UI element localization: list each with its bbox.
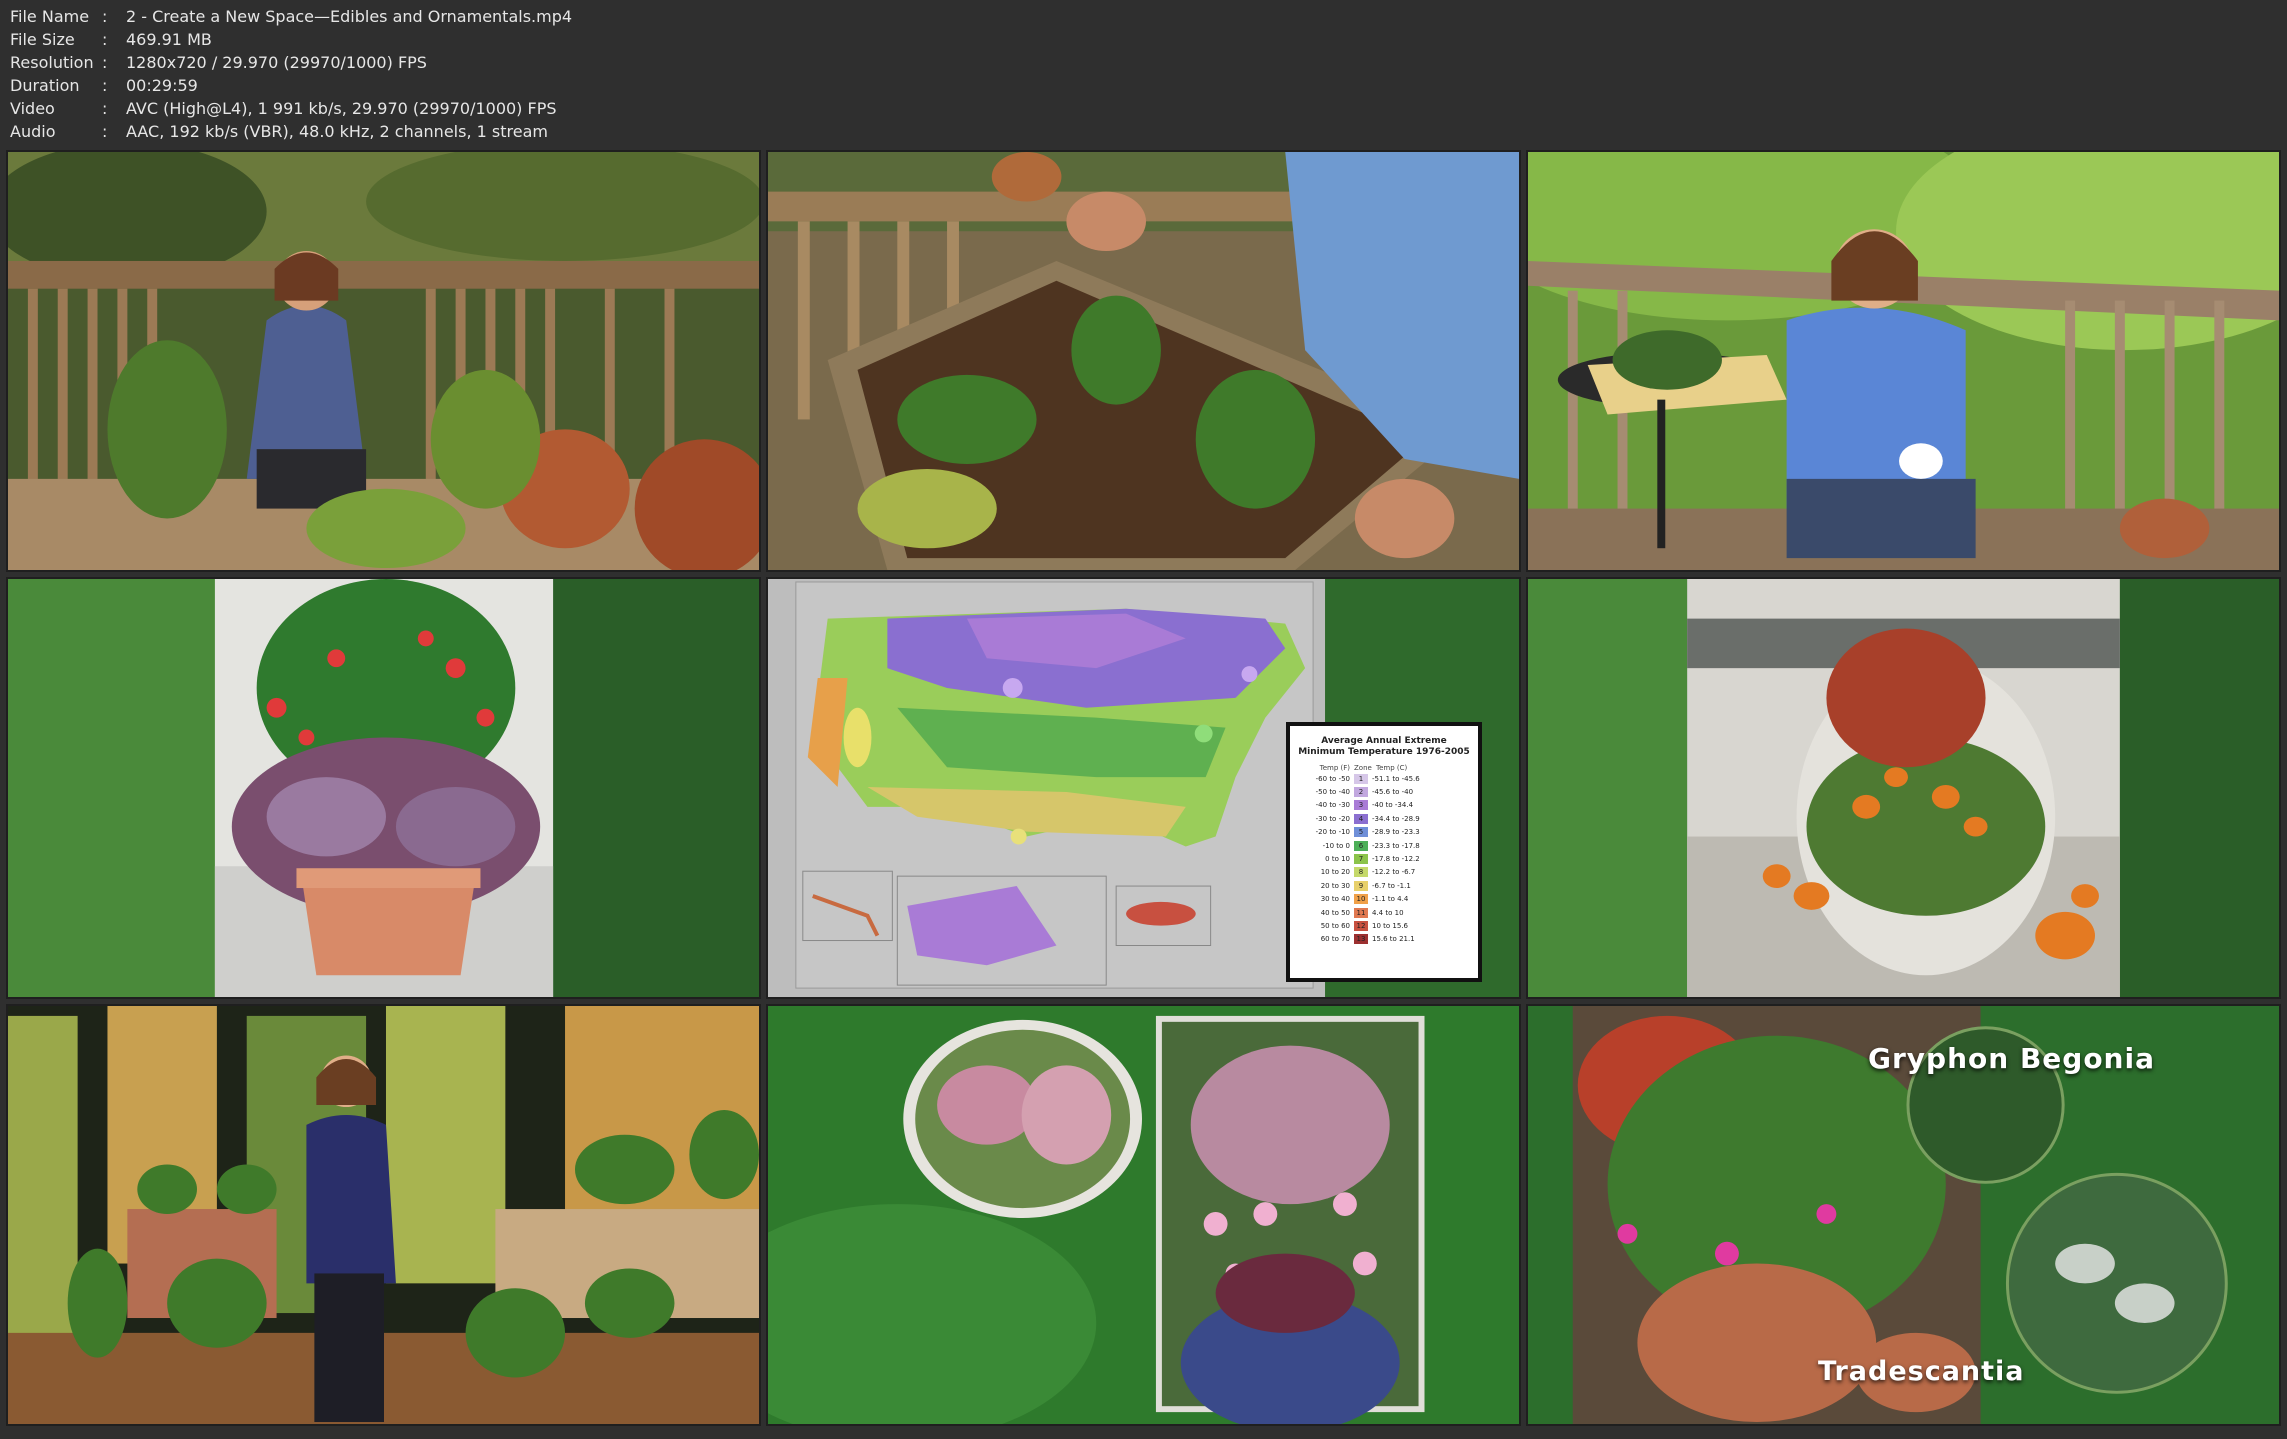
scene-coleus-pots	[768, 1006, 1519, 1424]
info-row-file-name: File Name:2 - Create a New Space—Edibles…	[10, 7, 573, 26]
legend-zone-swatch: 6	[1354, 840, 1368, 851]
legend-zone-swatch: 2	[1354, 787, 1368, 798]
legend-temp-c: -40 to -34.4	[1372, 801, 1414, 810]
legend-row: 60 to 70 13 15.6 to 21.1	[1298, 933, 1470, 946]
legend-zone-swatch: 9	[1354, 880, 1368, 891]
legend-zone-swatch: 7	[1354, 854, 1368, 865]
begonia-caption: Gryphon Begonia	[1868, 1042, 2155, 1075]
legend-temp-c: -28.9 to -23.3	[1372, 828, 1420, 837]
info-row-video: Video: AVC (High@L4), 1 991 kb/s, 29.970 …	[10, 99, 557, 118]
legend-row: 0 to 10 7 -17.8 to -12.2	[1298, 852, 1470, 865]
legend-temp-f: -20 to -10	[1315, 828, 1350, 837]
legend-row: -10 to 0 6 -23.3 to -17.8	[1298, 839, 1470, 852]
info-row-duration: Duration:00:29:59	[10, 76, 198, 95]
legend-temp-f: -10 to 0	[1322, 841, 1350, 850]
hardiness-legend: Average Annual Extreme Minimum Temperatu…	[1286, 722, 1482, 982]
scene-begonia-pot	[8, 579, 759, 997]
legend-zone-swatch: 5	[1354, 827, 1368, 838]
legend-zone-swatch: 13	[1354, 934, 1368, 945]
legend-row: 10 to 20 8 -12.2 to -6.7	[1298, 866, 1470, 879]
scene-studio-presenter	[8, 1006, 759, 1424]
legend-temp-f: 40 to 50	[1320, 908, 1350, 917]
tradescantia-caption: Tradescantia	[1818, 1356, 2025, 1387]
info-row-resolution: Resolution:1280x720 / 29.970 (29970/1000…	[10, 53, 427, 72]
legend-rows: -60 to -50 1 -51.1 to -45.6 -50 to -40 2 -45.…	[1298, 772, 1470, 946]
legend-temp-f: -50 to -40	[1315, 788, 1350, 797]
legend-temp-f: 20 to 30	[1320, 881, 1350, 890]
legend-zone-swatch: 8	[1354, 867, 1368, 878]
thumbnail-deck-woman-kneeling[interactable]	[6, 150, 761, 572]
legend-row: -50 to -40 2 -45.6 to -40	[1298, 785, 1470, 798]
legend-temp-c: 4.4 to 10	[1372, 908, 1404, 917]
legend-row: -40 to -30 3 -40 to -34.4	[1298, 799, 1470, 812]
legend-zone-swatch: 3	[1354, 800, 1368, 811]
scene-deck-kneeling	[8, 152, 759, 570]
legend-row: -30 to -20 4 -34.4 to -28.9	[1298, 812, 1470, 825]
legend-header: Temp (F) Zone Temp (C)	[1319, 764, 1408, 772]
legend-temp-f: -60 to -50	[1315, 774, 1350, 783]
thumbnail-seated-woman-coffee[interactable]	[1526, 150, 2281, 572]
legend-temp-c: 10 to 15.6	[1372, 921, 1408, 930]
legend-temp-f: 0 to 10	[1325, 855, 1350, 864]
legend-zone-swatch: 10	[1354, 894, 1368, 905]
legend-zone-swatch: 1	[1354, 773, 1368, 784]
scene-autumn-container	[1528, 579, 2279, 997]
legend-zone-swatch: 12	[1354, 920, 1368, 931]
thumbnail-begonia-pot[interactable]	[6, 577, 761, 999]
thumbnail-coleus-pots[interactable]	[766, 1004, 1521, 1426]
legend-temp-f: 60 to 70	[1320, 935, 1350, 944]
legend-row: 50 to 60 12 10 to 15.6	[1298, 919, 1470, 932]
legend-temp-f: -40 to -30	[1315, 801, 1350, 810]
legend-zone-swatch: 4	[1354, 813, 1368, 824]
legend-temp-c: -23.3 to -17.8	[1372, 841, 1420, 850]
info-row-audio: Audio: AAC, 192 kb/s (VBR), 48.0 kHz, 2 c…	[10, 122, 548, 141]
legend-temp-f: 50 to 60	[1320, 921, 1350, 930]
legend-temp-f: 30 to 40	[1320, 895, 1350, 904]
scene-raised-planter	[768, 152, 1519, 570]
thumbnail-begonia-tradescantia[interactable]: Gryphon Begonia Tradescantia	[1526, 1004, 2281, 1426]
legend-temp-c: -34.4 to -28.9	[1372, 814, 1420, 823]
media-info: File Name:2 - Create a New Space—Edibles…	[10, 5, 572, 143]
legend-row: 20 to 30 9 -6.7 to -1.1	[1298, 879, 1470, 892]
legend-temp-f: -30 to -20	[1315, 814, 1350, 823]
legend-temp-c: -17.8 to -12.2	[1372, 855, 1420, 864]
thumbnail-studio-presenter[interactable]	[6, 1004, 761, 1426]
legend-temp-c: -12.2 to -6.7	[1372, 868, 1416, 877]
legend-temp-c: -51.1 to -45.6	[1372, 774, 1420, 783]
legend-temp-c: 15.6 to 21.1	[1372, 935, 1415, 944]
legend-row: 40 to 50 11 4.4 to 10	[1298, 906, 1470, 919]
scene-seated-woman	[1528, 152, 2279, 570]
legend-zone-swatch: 11	[1354, 907, 1368, 918]
thumbnail-hardiness-map[interactable]: Average Annual Extreme Minimum Temperatu…	[766, 577, 1521, 999]
legend-temp-f: 10 to 20	[1320, 868, 1350, 877]
legend-temp-c: -45.6 to -40	[1372, 788, 1414, 797]
info-row-file-size: File Size:469.91 MB	[10, 30, 212, 49]
legend-row: -20 to -10 5 -28.9 to -23.3	[1298, 826, 1470, 839]
thumbnail-raised-planter[interactable]	[766, 150, 1521, 572]
legend-row: -60 to -50 1 -51.1 to -45.6	[1298, 772, 1470, 785]
legend-temp-c: -6.7 to -1.1	[1372, 881, 1411, 890]
legend-temp-c: -1.1 to 4.4	[1372, 895, 1409, 904]
legend-row: 30 to 40 10 -1.1 to 4.4	[1298, 893, 1470, 906]
thumbnail-autumn-container[interactable]	[1526, 577, 2281, 999]
legend-title: Average Annual Extreme Minimum Temperatu…	[1298, 736, 1470, 757]
